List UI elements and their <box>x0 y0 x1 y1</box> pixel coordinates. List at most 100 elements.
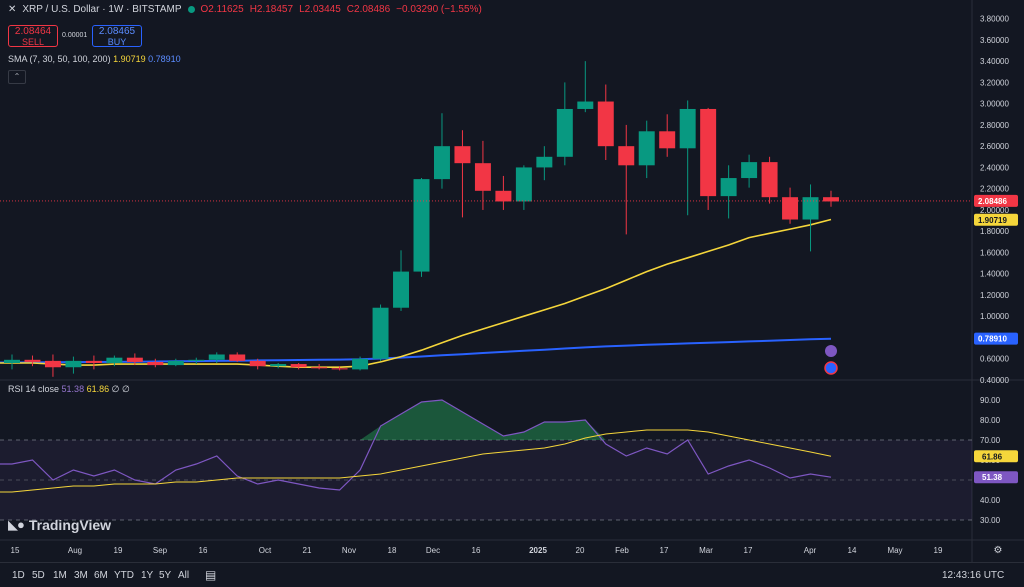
sell-price: 2.08464 <box>14 26 52 37</box>
time-axis-label: 17 <box>660 546 669 555</box>
price-axis-label: 3.20000 <box>980 78 1009 87</box>
sell-label: SELL <box>21 37 45 47</box>
candle-body <box>393 271 410 308</box>
close-icon[interactable]: ✕ <box>8 4 16 15</box>
candle-body <box>720 178 737 197</box>
price-mark-label: 2.08486 <box>978 197 1007 206</box>
price-axis-label: 0.60000 <box>980 355 1009 364</box>
chart-canvas[interactable]: 3.80000 3.60000 3.40000 3.20000 3.00000 2.800… <box>0 0 1024 562</box>
candle-body <box>761 162 778 198</box>
candle-body <box>188 359 205 361</box>
timeframe-5d[interactable]: 5D <box>32 570 45 581</box>
candle-body <box>290 364 307 368</box>
candle-body <box>372 307 389 359</box>
time-axis-label: 16 <box>472 546 481 555</box>
candle-body <box>229 354 246 361</box>
time-axis-label: Mar <box>699 546 713 555</box>
candle-body <box>577 101 594 109</box>
sma-legend[interactable]: SMA (7, 30, 50, 100, 200) 1.90719 0.7891… <box>8 54 181 64</box>
ohlc-close: C2.08486 <box>346 4 391 15</box>
time-axis-label: Feb <box>615 546 629 555</box>
buy-button[interactable]: 2.08465 BUY <box>92 25 142 47</box>
candle <box>823 190 839 207</box>
price-axis-label: 3.80000 <box>980 15 1009 24</box>
candle <box>761 156 778 204</box>
candle-body <box>65 360 82 368</box>
timeframe-1y[interactable]: 1Y <box>141 570 153 581</box>
timeframe-ytd[interactable]: YTD <box>114 570 134 581</box>
time-axis-label: Nov <box>342 546 356 555</box>
candle-body <box>741 162 758 179</box>
candle-body <box>4 359 20 363</box>
sell-button[interactable]: 2.08464 SELL <box>8 25 58 47</box>
candle <box>659 114 676 157</box>
rsi-axis-label: 90.00 <box>980 396 1001 405</box>
time-axis-label: 16 <box>199 546 208 555</box>
rsi-legend[interactable]: RSI 14 close 51.38 61.86 ∅ ∅ <box>8 384 130 395</box>
candle-body <box>638 131 655 166</box>
timeframe-6m[interactable]: 6M <box>94 570 108 581</box>
price-axis-label: 1.20000 <box>980 291 1009 300</box>
ohlc-open: O2.11625 <box>200 4 244 15</box>
candle <box>270 362 287 369</box>
candle-body <box>311 367 328 369</box>
candle <box>474 140 491 210</box>
candle <box>720 165 737 219</box>
candle <box>85 355 102 370</box>
candle <box>372 304 389 361</box>
timeframe-3m[interactable]: 3M <box>74 570 88 581</box>
rsi-legend-v2: 61.86 <box>86 384 110 394</box>
timeframe-5y[interactable]: 5Y <box>159 570 171 581</box>
utc-clock[interactable]: 12:43:16 UTC <box>942 570 1004 581</box>
candle <box>556 82 573 166</box>
price-axis-label: 2.00000 <box>980 206 1009 215</box>
price-axis-label: 0.40000 <box>980 376 1009 385</box>
timeframe-1d[interactable]: 1D <box>12 570 25 581</box>
settings-icon[interactable]: ⚙ <box>994 545 1003 556</box>
symbol-title[interactable]: XRP / U.S. Dollar · 1W · BITSTAMP <box>22 4 181 15</box>
candle <box>65 356 82 374</box>
candle <box>290 362 307 370</box>
time-axis-label: Oct <box>259 546 272 555</box>
tradingview-logo-icon: ◣● <box>8 517 25 532</box>
sma-legend-v2: 0.78910 <box>148 54 181 64</box>
candle-body <box>126 357 143 362</box>
candle-body <box>659 131 676 149</box>
calendar-icon[interactable]: ▤ <box>205 568 216 582</box>
candle-body <box>618 146 635 166</box>
chart-root[interactable]: 3.80000 3.60000 3.40000 3.20000 3.00000 2.800… <box>0 0 1024 586</box>
chevron-up-icon[interactable]: ⌃ <box>8 70 26 84</box>
price-axis-label: 3.60000 <box>980 36 1009 45</box>
candle <box>700 107 717 210</box>
candle-body <box>515 167 532 202</box>
time-axis-label: 15 <box>11 546 20 555</box>
timeframe-1m[interactable]: 1M <box>53 570 67 581</box>
timeframe-all[interactable]: All <box>178 570 189 581</box>
time-axis-label: 19 <box>114 546 123 555</box>
price-axis-label: 2.40000 <box>980 163 1009 172</box>
candle-body <box>454 146 471 164</box>
candle-body <box>700 108 717 197</box>
candle <box>597 84 614 160</box>
price-axis-label: 3.40000 <box>980 57 1009 66</box>
rsi-mark-label: 51.38 <box>982 473 1003 482</box>
sma-legend-label: SMA (7, 30, 50, 100, 200) <box>8 54 111 64</box>
time-axis-label: Sep <box>153 546 168 555</box>
candle-body <box>331 368 348 370</box>
ohlc-high: H2.18457 <box>249 4 294 15</box>
rsi-axis-label: 40.00 <box>980 496 1001 505</box>
spread-value: 0.00001 <box>62 32 88 39</box>
candle <box>454 130 471 218</box>
candle-body <box>495 190 512 202</box>
symbol-header: ✕ XRP / U.S. Dollar · 1W · BITSTAMP O2.1… <box>8 4 482 15</box>
candle <box>802 184 819 252</box>
tradingview-logo[interactable]: ◣● TradingView <box>8 517 111 533</box>
rsi-legend-label: RSI 14 close <box>8 384 60 394</box>
candle-body <box>208 354 225 360</box>
candle <box>638 120 655 179</box>
candle <box>782 187 799 224</box>
time-axis-label: 2025 <box>529 546 547 555</box>
price-axis-label: 2.20000 <box>980 185 1009 194</box>
candle-body <box>536 156 553 168</box>
price-axis-label: 1.60000 <box>980 248 1009 257</box>
